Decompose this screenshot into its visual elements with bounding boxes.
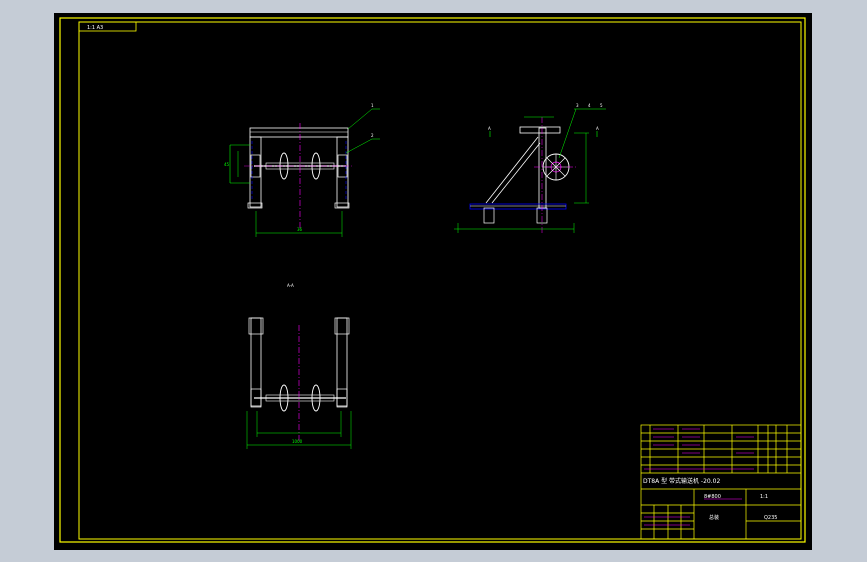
callout-3: 3	[576, 103, 579, 108]
front-view: 36 45 1 2	[224, 103, 380, 237]
sheet-tag: 1:1 A3	[87, 25, 103, 31]
top-beam	[249, 127, 349, 138]
view-label-aa: A-A	[287, 283, 294, 288]
callout-1: 1	[371, 103, 374, 108]
callout-2: 2	[371, 133, 374, 138]
title-block-scale: 1:1	[760, 494, 768, 500]
inner-border	[78, 21, 802, 540]
outer-border	[59, 17, 806, 543]
cad-viewport[interactable]: 1:1 A3 36 45 1 2 A A 3 4 5 A-A 1000 DT8A…	[54, 13, 812, 550]
dim-plan-width-text: 1000	[292, 439, 303, 444]
section-left: A	[488, 126, 491, 131]
callout-4: 4	[588, 103, 591, 108]
callout-5: 5	[600, 103, 603, 108]
right-leg	[336, 136, 349, 208]
drawing-canvas: 1:1 A3 36 45 1 2 A A 3 4 5 A-A 1000 DT8A…	[59, 17, 806, 543]
section-right: A	[596, 126, 599, 131]
dim-front-width-text: 36	[297, 227, 303, 232]
title-block-title: DT8A 型 带式输送机 -20.02	[643, 477, 720, 485]
side-brace	[485, 136, 539, 204]
plan-view: A-A 1000	[246, 283, 352, 449]
left-leg	[249, 136, 262, 208]
side-post	[538, 127, 547, 209]
title-block-magenta	[644, 428, 754, 526]
dim-front-height-text: 45	[224, 162, 230, 167]
plan-rail-right	[336, 317, 348, 407]
title-block-drawing-no: 8#800	[704, 494, 721, 500]
title-block-material: Q235	[764, 515, 777, 521]
plan-rail-left	[250, 317, 262, 407]
side-view: A A 3 4 5	[454, 103, 606, 235]
title-block-name: 总装	[709, 514, 719, 521]
